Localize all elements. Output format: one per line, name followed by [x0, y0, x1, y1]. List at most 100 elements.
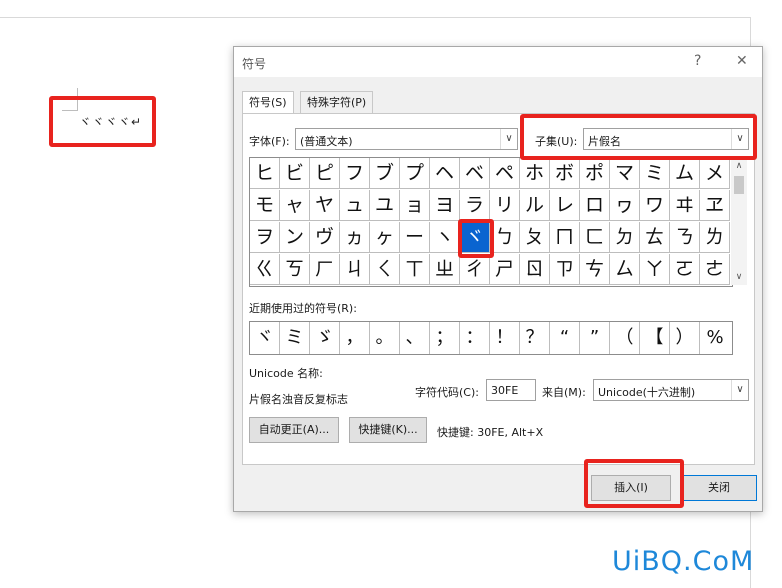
symbol-cell[interactable]: ビ	[280, 158, 310, 189]
symbol-cell[interactable]: ㄔ	[460, 254, 490, 285]
from-select[interactable]: Unicode(十六进制) ∨	[593, 379, 749, 401]
symbol-cell[interactable]: ヴ	[310, 222, 340, 253]
symbol-cell[interactable]: ヶ	[370, 222, 400, 253]
symbol-cell[interactable]: ョ	[400, 190, 430, 221]
recent-symbol-cell[interactable]: ，	[340, 322, 370, 354]
symbol-cell[interactable]: プ	[400, 158, 430, 189]
recent-symbol-cell[interactable]: %	[700, 322, 730, 354]
chevron-up-icon[interactable]: ∧	[731, 158, 747, 174]
symbol-cell[interactable]: ㄅ	[490, 222, 520, 253]
symbol-cell[interactable]: ワ	[640, 190, 670, 221]
symbol-cell[interactable]: ㄙ	[610, 254, 640, 285]
recent-symbol-cell[interactable]: ”	[580, 322, 610, 354]
symbol-cell[interactable]: ヨ	[430, 190, 460, 221]
recent-symbol-cell[interactable]: ：	[460, 322, 490, 354]
symbol-cell[interactable]: ヰ	[670, 190, 700, 221]
symbol-cell[interactable]: ㄆ	[520, 222, 550, 253]
symbol-cell[interactable]: ヤ	[310, 190, 340, 221]
symbol-cell[interactable]: ㄚ	[640, 254, 670, 285]
recent-symbol-cell[interactable]: （	[610, 322, 640, 354]
close-button[interactable]: 关闭	[681, 475, 757, 501]
recent-symbol-cell[interactable]: ！	[490, 322, 520, 354]
symbol-cell[interactable]: ㄋ	[670, 222, 700, 253]
charcode-field[interactable]: 30FE	[486, 379, 536, 401]
symbol-cell[interactable]: マ	[610, 158, 640, 189]
autocorrect-button[interactable]: 自动更正(A)...	[249, 417, 339, 443]
recent-symbol-cell[interactable]: ヾ	[250, 322, 280, 354]
symbol-cell[interactable]: ㄎ	[280, 254, 310, 285]
symbol-cell[interactable]: ㄉ	[610, 222, 640, 253]
recent-symbol-cell[interactable]: ）	[670, 322, 700, 354]
symbol-cell[interactable]: ㄖ	[520, 254, 550, 285]
symbol-cell[interactable]: ㄛ	[670, 254, 700, 285]
symbol-cell[interactable]: ㄈ	[580, 222, 610, 253]
symbol-cell[interactable]: ュ	[340, 190, 370, 221]
symbol-cell[interactable]: ン	[280, 222, 310, 253]
symbol-cell[interactable]: ㄗ	[550, 254, 580, 285]
symbol-cell[interactable]: ペ	[490, 158, 520, 189]
symbol-cell[interactable]: ャ	[280, 190, 310, 221]
highlight-subset	[520, 114, 757, 160]
font-select[interactable]: (普通文本) ∨	[295, 128, 518, 150]
recent-symbol-cell[interactable]: ？	[520, 322, 550, 354]
font-value: (普通文本)	[300, 135, 353, 148]
symbol-cell[interactable]: ㄏ	[310, 254, 340, 285]
symbol-cell[interactable]: ㄐ	[340, 254, 370, 285]
chevron-down-icon[interactable]: ∨	[500, 129, 517, 149]
unicode-name-value: 片假名浊音反复标志	[249, 393, 348, 406]
chevron-down-icon[interactable]: ∨	[731, 269, 747, 285]
symbol-cell[interactable]: ー	[400, 222, 430, 253]
symbol-cell[interactable]: ㄊ	[640, 222, 670, 253]
symbol-cell[interactable]: ピ	[310, 158, 340, 189]
symbol-cell[interactable]: ベ	[460, 158, 490, 189]
recent-symbol-cell[interactable]: ゞ	[310, 322, 340, 354]
symbol-cell[interactable]: ポ	[580, 158, 610, 189]
symbol-cell[interactable]: ㄒ	[400, 254, 430, 285]
recent-symbol-cell[interactable]: ；	[430, 322, 460, 354]
symbol-cell[interactable]: ヘ	[430, 158, 460, 189]
dialog-title: 符号	[242, 57, 267, 71]
recent-symbol-cell[interactable]: ミ	[280, 322, 310, 354]
symbol-cell[interactable]: ユ	[370, 190, 400, 221]
symbol-cell[interactable]: ブ	[370, 158, 400, 189]
shortcut-key-button[interactable]: 快捷键(K)...	[349, 417, 427, 443]
tab-special-characters[interactable]: 特殊字符(P)	[300, 91, 374, 115]
shortcut-text: 快捷键: 30FE, Alt+X	[437, 426, 544, 439]
close-icon[interactable]: ✕	[736, 53, 748, 69]
scrollbar-thumb[interactable]	[734, 176, 744, 194]
symbol-cell[interactable]: ヮ	[610, 190, 640, 221]
symbol-cell[interactable]: レ	[550, 190, 580, 221]
symbol-cell[interactable]: ㄘ	[580, 254, 610, 285]
symbol-cell[interactable]: ル	[520, 190, 550, 221]
symbol-cell[interactable]: ボ	[550, 158, 580, 189]
recent-symbol-cell[interactable]: 。	[370, 322, 400, 354]
symbol-cell[interactable]: ㄇ	[550, 222, 580, 253]
symbol-cell[interactable]: フ	[340, 158, 370, 189]
symbol-cell[interactable]: ㄌ	[700, 222, 730, 253]
symbol-cell[interactable]: ラ	[460, 190, 490, 221]
symbol-cell[interactable]: ㄜ	[700, 254, 730, 285]
symbol-cell[interactable]: ヵ	[340, 222, 370, 253]
symbol-cell[interactable]: ホ	[520, 158, 550, 189]
symbol-cell[interactable]: ヱ	[700, 190, 730, 221]
symbol-cell[interactable]: ヒ	[250, 158, 280, 189]
symbol-cell[interactable]: ㄍ	[250, 254, 280, 285]
symbol-cell[interactable]: ム	[670, 158, 700, 189]
symbol-cell[interactable]: ロ	[580, 190, 610, 221]
symbol-cell[interactable]: ㄕ	[490, 254, 520, 285]
symbol-cell[interactable]: ㄓ	[430, 254, 460, 285]
symbol-cell[interactable]: ヲ	[250, 222, 280, 253]
recent-symbol-cell[interactable]: “	[550, 322, 580, 354]
symbol-cell[interactable]: ヽ	[430, 222, 460, 253]
symbol-cell[interactable]: リ	[490, 190, 520, 221]
recent-symbols-label: 近期使用过的符号(R):	[249, 302, 357, 315]
symbol-cell[interactable]: ㄑ	[370, 254, 400, 285]
recent-symbol-cell[interactable]: 、	[400, 322, 430, 354]
chevron-down-icon[interactable]: ∨	[731, 380, 748, 400]
symbol-cell[interactable]: モ	[250, 190, 280, 221]
symbol-cell[interactable]: ミ	[640, 158, 670, 189]
symbol-cell[interactable]: メ	[700, 158, 730, 189]
help-icon[interactable]: ?	[694, 53, 701, 69]
recent-symbol-cell[interactable]: 【	[640, 322, 670, 354]
grid-scrollbar[interactable]: ∧ ∨	[731, 158, 747, 285]
